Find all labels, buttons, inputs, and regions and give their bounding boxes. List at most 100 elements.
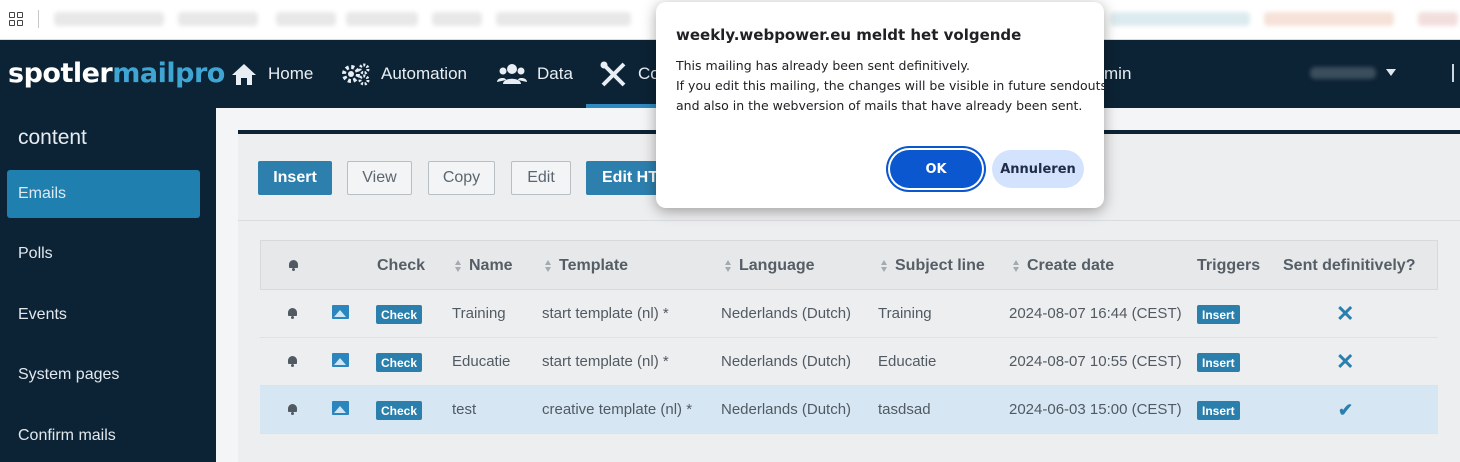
sidebar: content Emails Polls Events System pages… [0,108,216,462]
column-header-create-date[interactable]: Create date [1013,257,1114,275]
column-header-language[interactable]: Language [725,257,815,275]
sidebar-item-polls[interactable]: Polls [7,230,200,278]
dialog-message-line: This mailing has already been sent defin… [676,58,970,73]
bookmark-item[interactable] [496,12,631,26]
cell-create-date: 2024-08-07 16:44 (CEST) [1009,305,1182,322]
check-button[interactable]: Check [376,401,423,420]
nav-home[interactable]: Home [230,62,313,86]
copy-button[interactable]: Copy [428,161,495,195]
cell-subject: tasdsad [878,401,931,418]
chevron-down-icon[interactable] [1386,69,1396,76]
cell-template: creative template (nl) * [542,401,693,418]
edit-html-button[interactable]: Edit HT [586,161,666,195]
dialog-title: weekly.webpower.eu meldt het volgende [676,26,1022,44]
not-sent-cross-icon: ✕ [1336,349,1355,374]
table-row[interactable]: Check Training start template (nl) * Ned… [260,290,1438,338]
cell-template: start template (nl) * [542,353,669,370]
cancel-button[interactable]: Annuleren [992,150,1084,188]
image-preview-icon[interactable] [332,401,349,415]
tools-icon [600,61,626,87]
trigger-insert-button[interactable]: Insert [1197,305,1240,324]
logo-part-spotler: spotler [8,58,113,89]
table-row[interactable]: Check test creative template (nl) * Nede… [260,386,1438,434]
cell-template: start template (nl) * [542,305,669,322]
dialog-message-line: and also in the webversion of mails that… [676,98,1083,113]
bell-icon[interactable] [287,307,298,319]
cell-create-date: 2024-06-03 15:00 (CEST) [1009,401,1182,418]
table-row[interactable]: Check Educatie start template (nl) * Ned… [260,338,1438,386]
bookmark-item[interactable] [276,12,336,26]
trigger-insert-button[interactable]: Insert [1197,401,1240,420]
cell-language: Nederlands (Dutch) [721,353,852,370]
check-button[interactable]: Check [376,305,423,324]
logo[interactable]: spotlermailpro [8,58,225,89]
bookmark-item[interactable] [1264,12,1394,26]
bell-icon[interactable] [287,403,298,415]
cell-subject: Training [878,305,932,322]
cell-create-date: 2024-08-07 10:55 (CEST) [1009,353,1182,370]
cell-subject: Educatie [878,353,937,370]
confirm-dialog: weekly.webpower.eu meldt het volgende Th… [656,2,1107,208]
bookmark-item[interactable] [178,12,258,26]
bookmark-item[interactable] [1110,12,1250,26]
nav-automation-label: Automation [381,64,467,83]
check-button[interactable]: Check [376,353,423,372]
sidebar-item-label: System pages [18,366,120,383]
sidebar-item-system-pages[interactable]: System pages [7,351,200,399]
nav-data[interactable]: Data [497,62,573,86]
bookmark-item[interactable] [432,12,482,26]
sort-icon [1013,260,1021,272]
column-header-template[interactable]: Template [545,257,628,275]
cell-name: Educatie [452,353,511,370]
sidebar-item-confirm-mails[interactable]: Confirm mails [7,412,200,460]
emails-table: Check Name Template Language Subject lin… [260,240,1438,434]
image-preview-icon[interactable] [332,305,349,319]
sidebar-item-events[interactable]: Events [7,291,200,339]
sidebar-item-label: Events [18,306,67,323]
users-icon [497,64,527,84]
sort-icon [455,260,463,272]
cell-name: test [452,401,477,418]
nav-content[interactable]: Co [600,61,660,87]
bell-icon [288,259,299,271]
column-header-sent: Sent definitively? [1283,257,1416,274]
sort-icon [725,260,733,272]
column-header-check: Check [377,257,426,274]
cell-language: Nederlands (Dutch) [721,401,852,418]
view-button[interactable]: View [347,161,412,195]
sidebar-item-label: Confirm mails [18,427,116,444]
column-header-triggers: Triggers [1197,257,1261,274]
sort-icon [545,260,553,272]
sidebar-item-emails[interactable]: Emails [7,170,200,218]
nav-admin-label: min [1104,64,1132,83]
home-icon [232,64,256,85]
cell-name: Training [452,305,506,322]
sidebar-title: content [18,126,87,149]
sort-icon [881,260,889,272]
nav-automation[interactable]: Automation [341,62,467,86]
bookmark-item[interactable] [1418,12,1458,26]
column-header-name[interactable]: Name [455,257,513,275]
ok-button[interactable]: OK [890,150,982,188]
not-sent-cross-icon: ✕ [1336,301,1355,326]
logo-part-mailpro: mailpro [112,58,225,89]
nav-data-label: Data [537,64,573,83]
user-menu[interactable] [1310,67,1376,79]
logout-icon[interactable] [1452,64,1460,82]
bookmark-item[interactable] [54,12,164,26]
insert-button[interactable]: Insert [258,161,332,195]
apps-grid-icon[interactable] [9,12,23,26]
edit-button[interactable]: Edit [511,161,571,195]
bell-icon[interactable] [287,355,298,367]
column-header-subject[interactable]: Subject line [881,257,985,275]
trigger-insert-button[interactable]: Insert [1197,353,1240,372]
sidebar-item-label: Emails [18,185,67,202]
nav-home-label: Home [268,64,314,83]
table-header: Check Name Template Language Subject lin… [260,240,1438,290]
bookmark-item[interactable] [346,12,418,26]
nav-admin[interactable]: min [1104,62,1131,86]
cell-language: Nederlands (Dutch) [721,305,852,322]
gears-icon [342,63,370,86]
sent-checkmark-icon: ✔ [1338,400,1354,420]
image-preview-icon[interactable] [332,353,349,367]
